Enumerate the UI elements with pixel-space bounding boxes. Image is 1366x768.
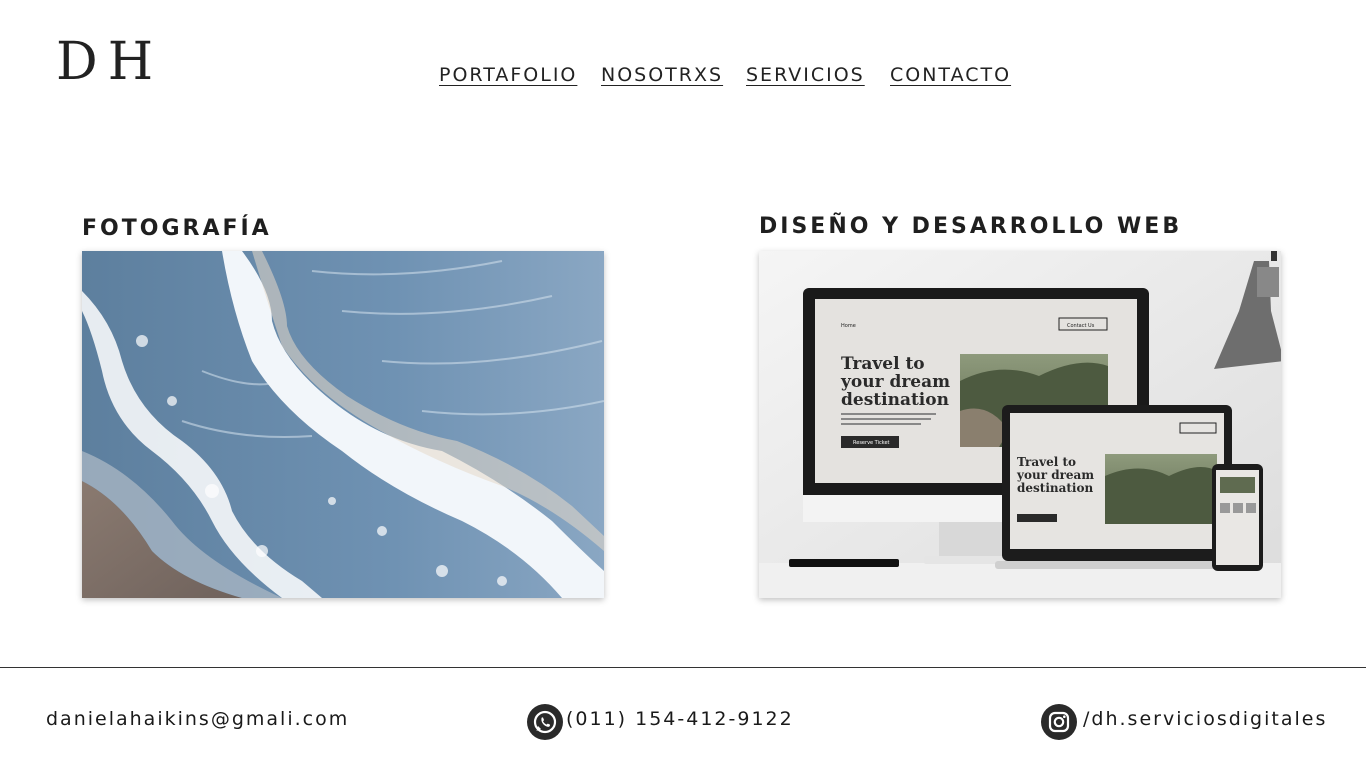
nav-portafolio[interactable]: PORTAFOLIO — [439, 64, 577, 86]
laptop-headline-2: your dream — [1016, 468, 1094, 482]
nav-contacto[interactable]: CONTACTO — [890, 64, 1011, 86]
section-title-photography: FOTOGRAFÍA — [82, 216, 272, 241]
mockup-contact-button: Contact Us — [1067, 323, 1095, 329]
photography-image[interactable] — [82, 251, 604, 598]
mockup-headline-3: destination — [841, 390, 949, 410]
page: DH PORTAFOLIO NOSOTRXS SERVICIOS CONTACT… — [0, 0, 1366, 768]
footer-divider — [0, 667, 1366, 668]
footer-instagram[interactable]: /dh.serviciosdigitales — [1083, 708, 1327, 730]
nav-servicios[interactable]: SERVICIOS — [746, 64, 865, 86]
mockup-cta: Reserve Ticket — [853, 440, 890, 446]
mockup-home-link: Home — [841, 323, 856, 329]
instagram-icon[interactable] — [1041, 704, 1077, 740]
laptop-headline-1: Travel to — [1017, 455, 1076, 469]
section-title-web: DISEÑO Y DESARROLLO WEB — [759, 214, 1183, 239]
footer-phone[interactable]: (011) 154-412-9122 — [566, 708, 794, 730]
whatsapp-icon[interactable] — [527, 704, 563, 740]
footer-email[interactable]: danielahaikins@gmali.com — [46, 708, 349, 730]
main-nav: PORTAFOLIO NOSOTRXS SERVICIOS CONTACTO — [0, 64, 1366, 92]
mockup-headline-2: your dream — [840, 372, 950, 392]
laptop-headline-3: destination — [1017, 481, 1093, 495]
nav-nosotrxs[interactable]: NOSOTRXS — [601, 64, 723, 86]
mockup-headline-1: Travel to — [841, 354, 925, 374]
web-design-image[interactable]: Home Contact Us Travel to your dream des… — [759, 251, 1281, 598]
